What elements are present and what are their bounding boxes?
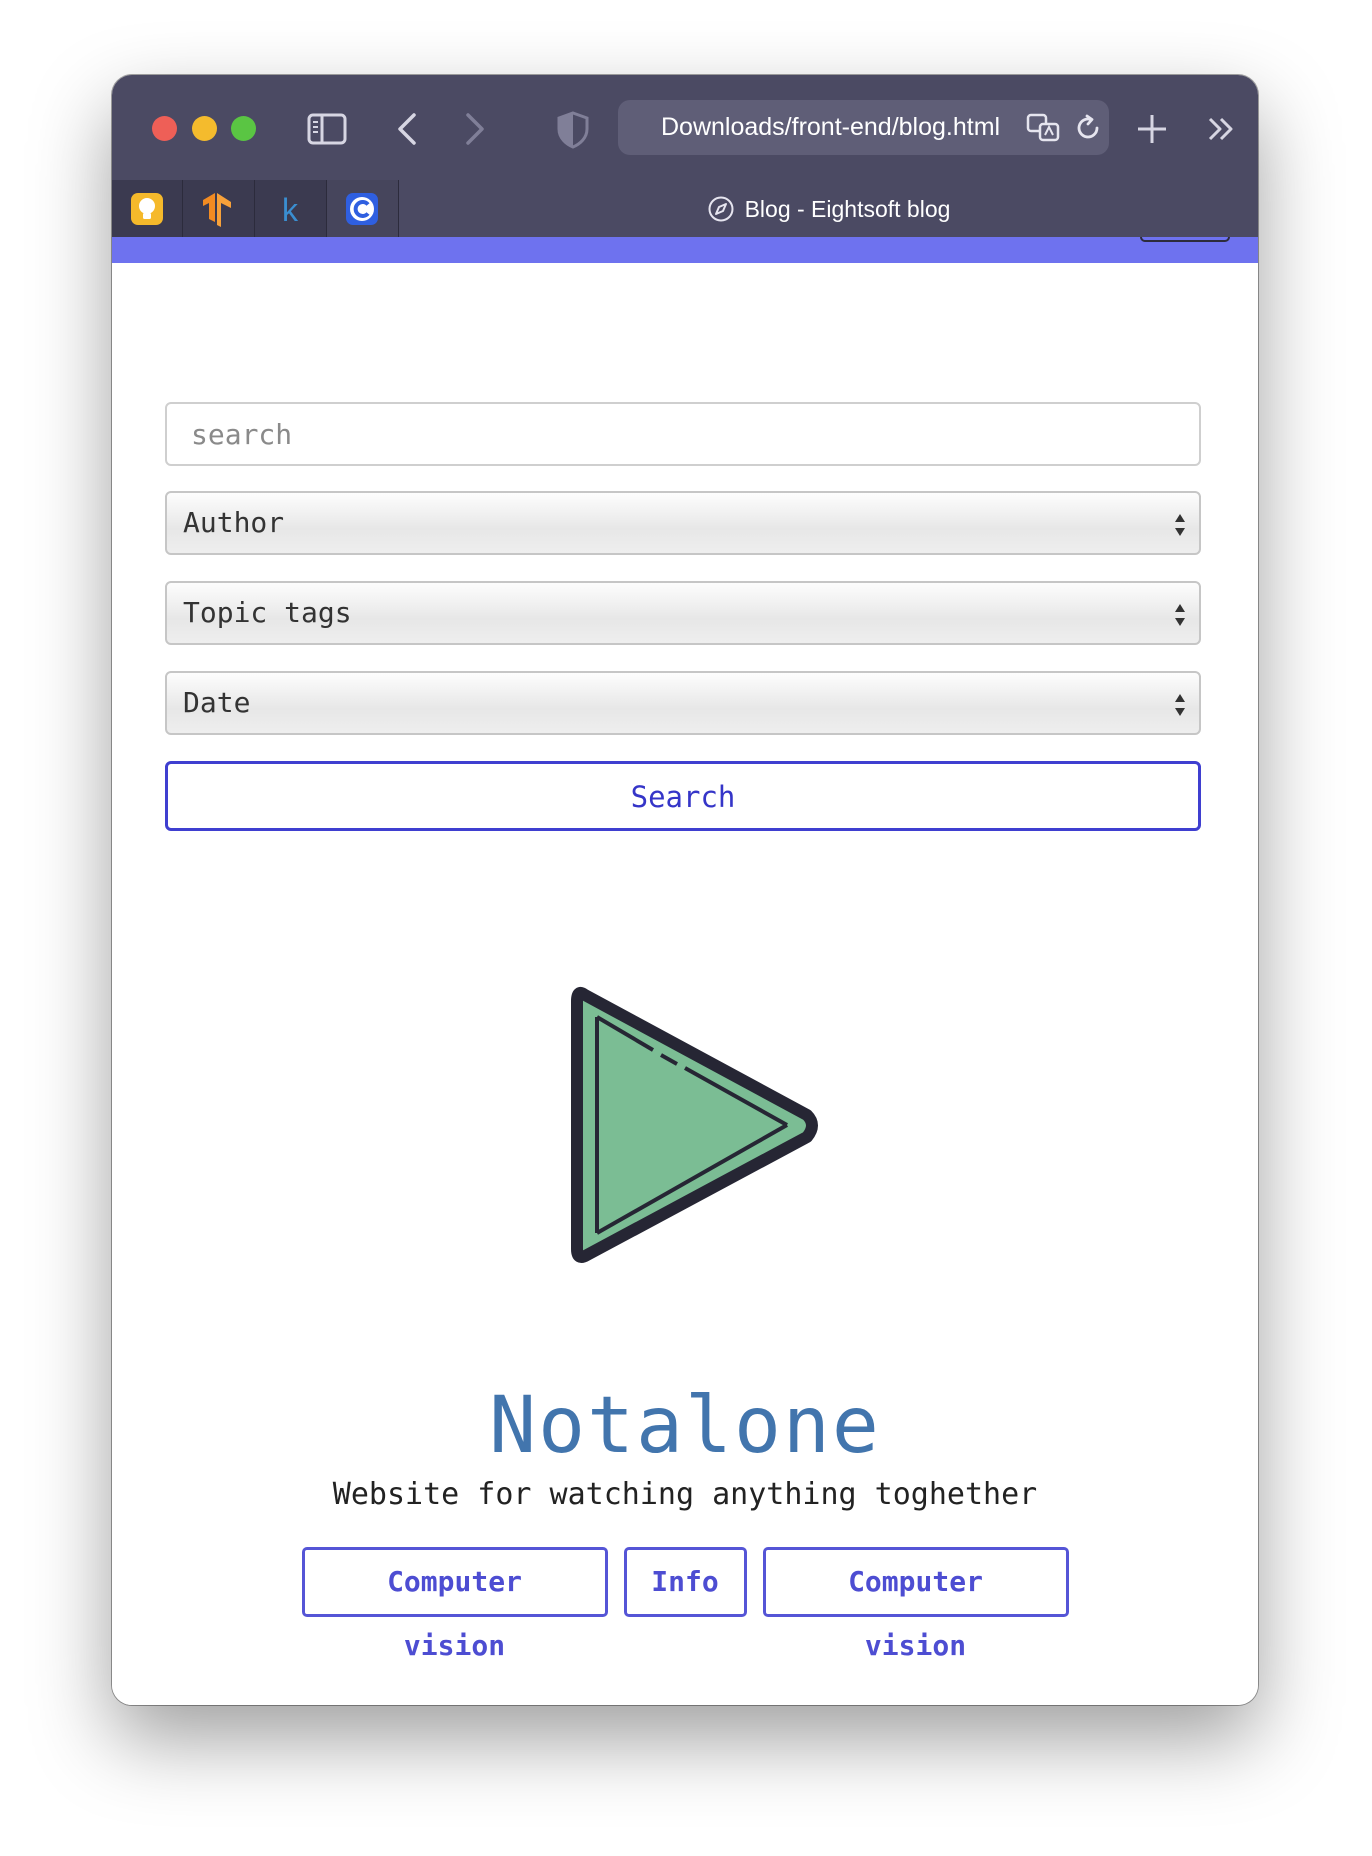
- privacy-shield-icon[interactable]: [555, 107, 591, 151]
- play-logo-icon: [571, 987, 818, 1263]
- author-select-value: Author: [183, 506, 285, 539]
- topic-tags-select-value: Topic tags: [183, 596, 352, 629]
- compass-icon: [708, 196, 734, 222]
- zoom-window-button[interactable]: [231, 116, 256, 141]
- k-icon: k: [282, 192, 299, 227]
- tab-title: Blog - Eightsoft blog: [744, 195, 951, 222]
- author-select[interactable]: Author: [165, 491, 1201, 555]
- more-tabs-icon[interactable]: [1204, 107, 1238, 151]
- search-input[interactable]: [165, 402, 1201, 466]
- url-text[interactable]: Downloads/front-end/blog.html: [661, 100, 1041, 155]
- c-icon: [346, 193, 378, 225]
- minimize-window-button[interactable]: [192, 116, 217, 141]
- pinned-tab-tensorflow[interactable]: [183, 180, 255, 238]
- date-select[interactable]: Date: [165, 671, 1201, 735]
- select-arrows-icon: [1175, 514, 1185, 536]
- navbar-toggle-edge[interactable]: [1140, 237, 1230, 242]
- pinned-tab-k[interactable]: k: [255, 180, 327, 238]
- active-tab[interactable]: Blog - Eightsoft blog: [399, 180, 1258, 238]
- new-tab-icon[interactable]: [1134, 107, 1170, 151]
- navbar-accent-strip: [112, 237, 1258, 263]
- bulb-icon: [131, 193, 163, 225]
- tab-bar: k Blog - Eightsoft blog: [112, 180, 1258, 238]
- back-icon[interactable]: [392, 107, 422, 151]
- select-arrows-icon: [1175, 694, 1185, 716]
- tensorflow-icon: [203, 193, 231, 227]
- pinned-tab-c[interactable]: [327, 180, 399, 238]
- browser-window: Downloads/front-end/blog.html k Blog - E…: [112, 75, 1258, 1705]
- svg-text:k: k: [282, 192, 299, 227]
- tag-computer-vision-button-2[interactable]: Computer vision: [762, 1547, 1069, 1662]
- forward-icon[interactable]: [460, 107, 490, 151]
- search-button[interactable]: Search: [165, 761, 1201, 831]
- sidebar-toggle-icon[interactable]: [307, 107, 347, 151]
- address-bar[interactable]: Downloads/front-end/blog.html: [618, 100, 1109, 155]
- page-content: Author Topic tags Date Search: [112, 263, 1258, 1705]
- pinned-tab-bulb[interactable]: [112, 180, 183, 238]
- site-tagline: Website for watching anything toghether: [332, 1477, 1038, 1512]
- site-title: Notalone: [489, 1381, 881, 1471]
- tag-computer-vision-button[interactable]: Computer vision: [301, 1547, 608, 1662]
- translate-icon[interactable]: [1026, 113, 1062, 143]
- date-select-value: Date: [183, 686, 251, 719]
- browser-toolbar: Downloads/front-end/blog.html: [112, 75, 1258, 180]
- tag-info-button[interactable]: Info: [623, 1547, 747, 1617]
- topic-tags-select[interactable]: Topic tags: [165, 581, 1201, 645]
- close-window-button[interactable]: [152, 116, 177, 141]
- reload-icon[interactable]: [1073, 113, 1103, 143]
- select-arrows-icon: [1175, 604, 1185, 626]
- tag-buttons: Computer vision Info Computer vision: [112, 1547, 1258, 1662]
